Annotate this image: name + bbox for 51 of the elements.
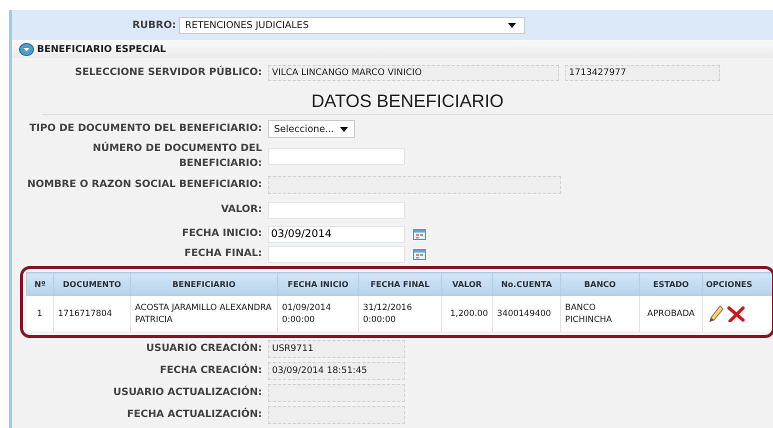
document-type-select[interactable]: Seleccione... [268, 120, 355, 138]
rubro-select[interactable]: RETENCIONES JUDICIALES [179, 16, 525, 34]
field-label: USUARIO CREACIÓN: [145, 342, 262, 356]
table-cell: APROBADA [640, 296, 702, 332]
table-cell: ACOSTA JARAMILLO ALEXANDRA PATRICIA [130, 296, 278, 332]
field-label: NOMBRE O RAZON SOCIAL BENEFICIARIO: [26, 178, 262, 192]
input-field[interactable] [268, 202, 405, 218]
column-header[interactable]: VALOR [442, 272, 492, 296]
section-heading: DATOS BENEFICIARIO [42, 88, 773, 115]
column-header[interactable]: FECHA INICIO [278, 272, 358, 296]
column-header[interactable]: OPCIONES [702, 272, 772, 296]
date-field[interactable] [268, 246, 405, 262]
column-header[interactable]: ESTADO [640, 272, 702, 296]
servidor-label: SELECCIONE SERVIDOR PÚBLICO: [74, 66, 262, 80]
field-label: USUARIO ACTUALIZACIÓN: [112, 386, 262, 400]
input-field[interactable] [268, 148, 405, 165]
caret-icon [508, 22, 516, 28]
section-title: BENEFICIARIO ESPECIAL [37, 44, 166, 54]
field-label: NÚMERO DE DOCUMENTO DEL BENEFICIARIO: [92, 142, 262, 170]
column-header[interactable]: Nº [26, 272, 54, 296]
caret-icon [340, 126, 348, 132]
toggle-icon [19, 42, 34, 56]
servidor-id-field: 1713427977 [565, 65, 720, 81]
servidor-name-field: VILCA LINCANGO MARCO VINICIO [268, 65, 559, 81]
readonly-field: USR9711 [268, 340, 405, 358]
calendar-icon[interactable] [413, 248, 426, 260]
field-label: FECHA FINAL: [183, 246, 262, 261]
table-cell: 1 [26, 296, 54, 332]
date-field[interactable]: 03/09/2014 [268, 226, 405, 242]
table-cell: BANCO PICHINCHA [560, 296, 640, 332]
column-header[interactable]: DOCUMENTO [54, 272, 130, 296]
table-cell: 1,200.00 [442, 296, 492, 332]
table-cell: 01/09/2014 0:00:00 [278, 296, 358, 332]
field-label: VALOR: [220, 202, 262, 217]
table-cell: 3400149400 [492, 296, 560, 332]
field-label: FECHA ACTUALIZACIÓN: [126, 408, 262, 422]
rubro-label: RUBRO: [131, 20, 176, 30]
calendar-icon[interactable] [413, 228, 426, 240]
table-cell: 31/12/2016 0:00:00 [358, 296, 442, 332]
column-header[interactable]: No.CUENTA [492, 272, 560, 296]
field-label: FECHA CREACIÓN: [158, 364, 262, 378]
pencil-icon[interactable] [708, 305, 724, 323]
field-label: TIPO DE DOCUMENTO DEL BENEFICIARIO: [28, 122, 262, 136]
column-header[interactable]: BANCO [560, 272, 640, 296]
column-header[interactable]: BENEFICIARIO [130, 272, 278, 296]
field-label: FECHA INICIO: [181, 226, 262, 241]
table-cell: 1716717804 [54, 296, 130, 332]
readonly-field: 03/09/2014 18:51:45 [268, 362, 405, 380]
section-header[interactable]: BENEFICIARIO ESPECIAL [12, 40, 773, 58]
delete-icon[interactable] [727, 306, 745, 322]
column-header[interactable]: FECHA FINAL [358, 272, 442, 296]
